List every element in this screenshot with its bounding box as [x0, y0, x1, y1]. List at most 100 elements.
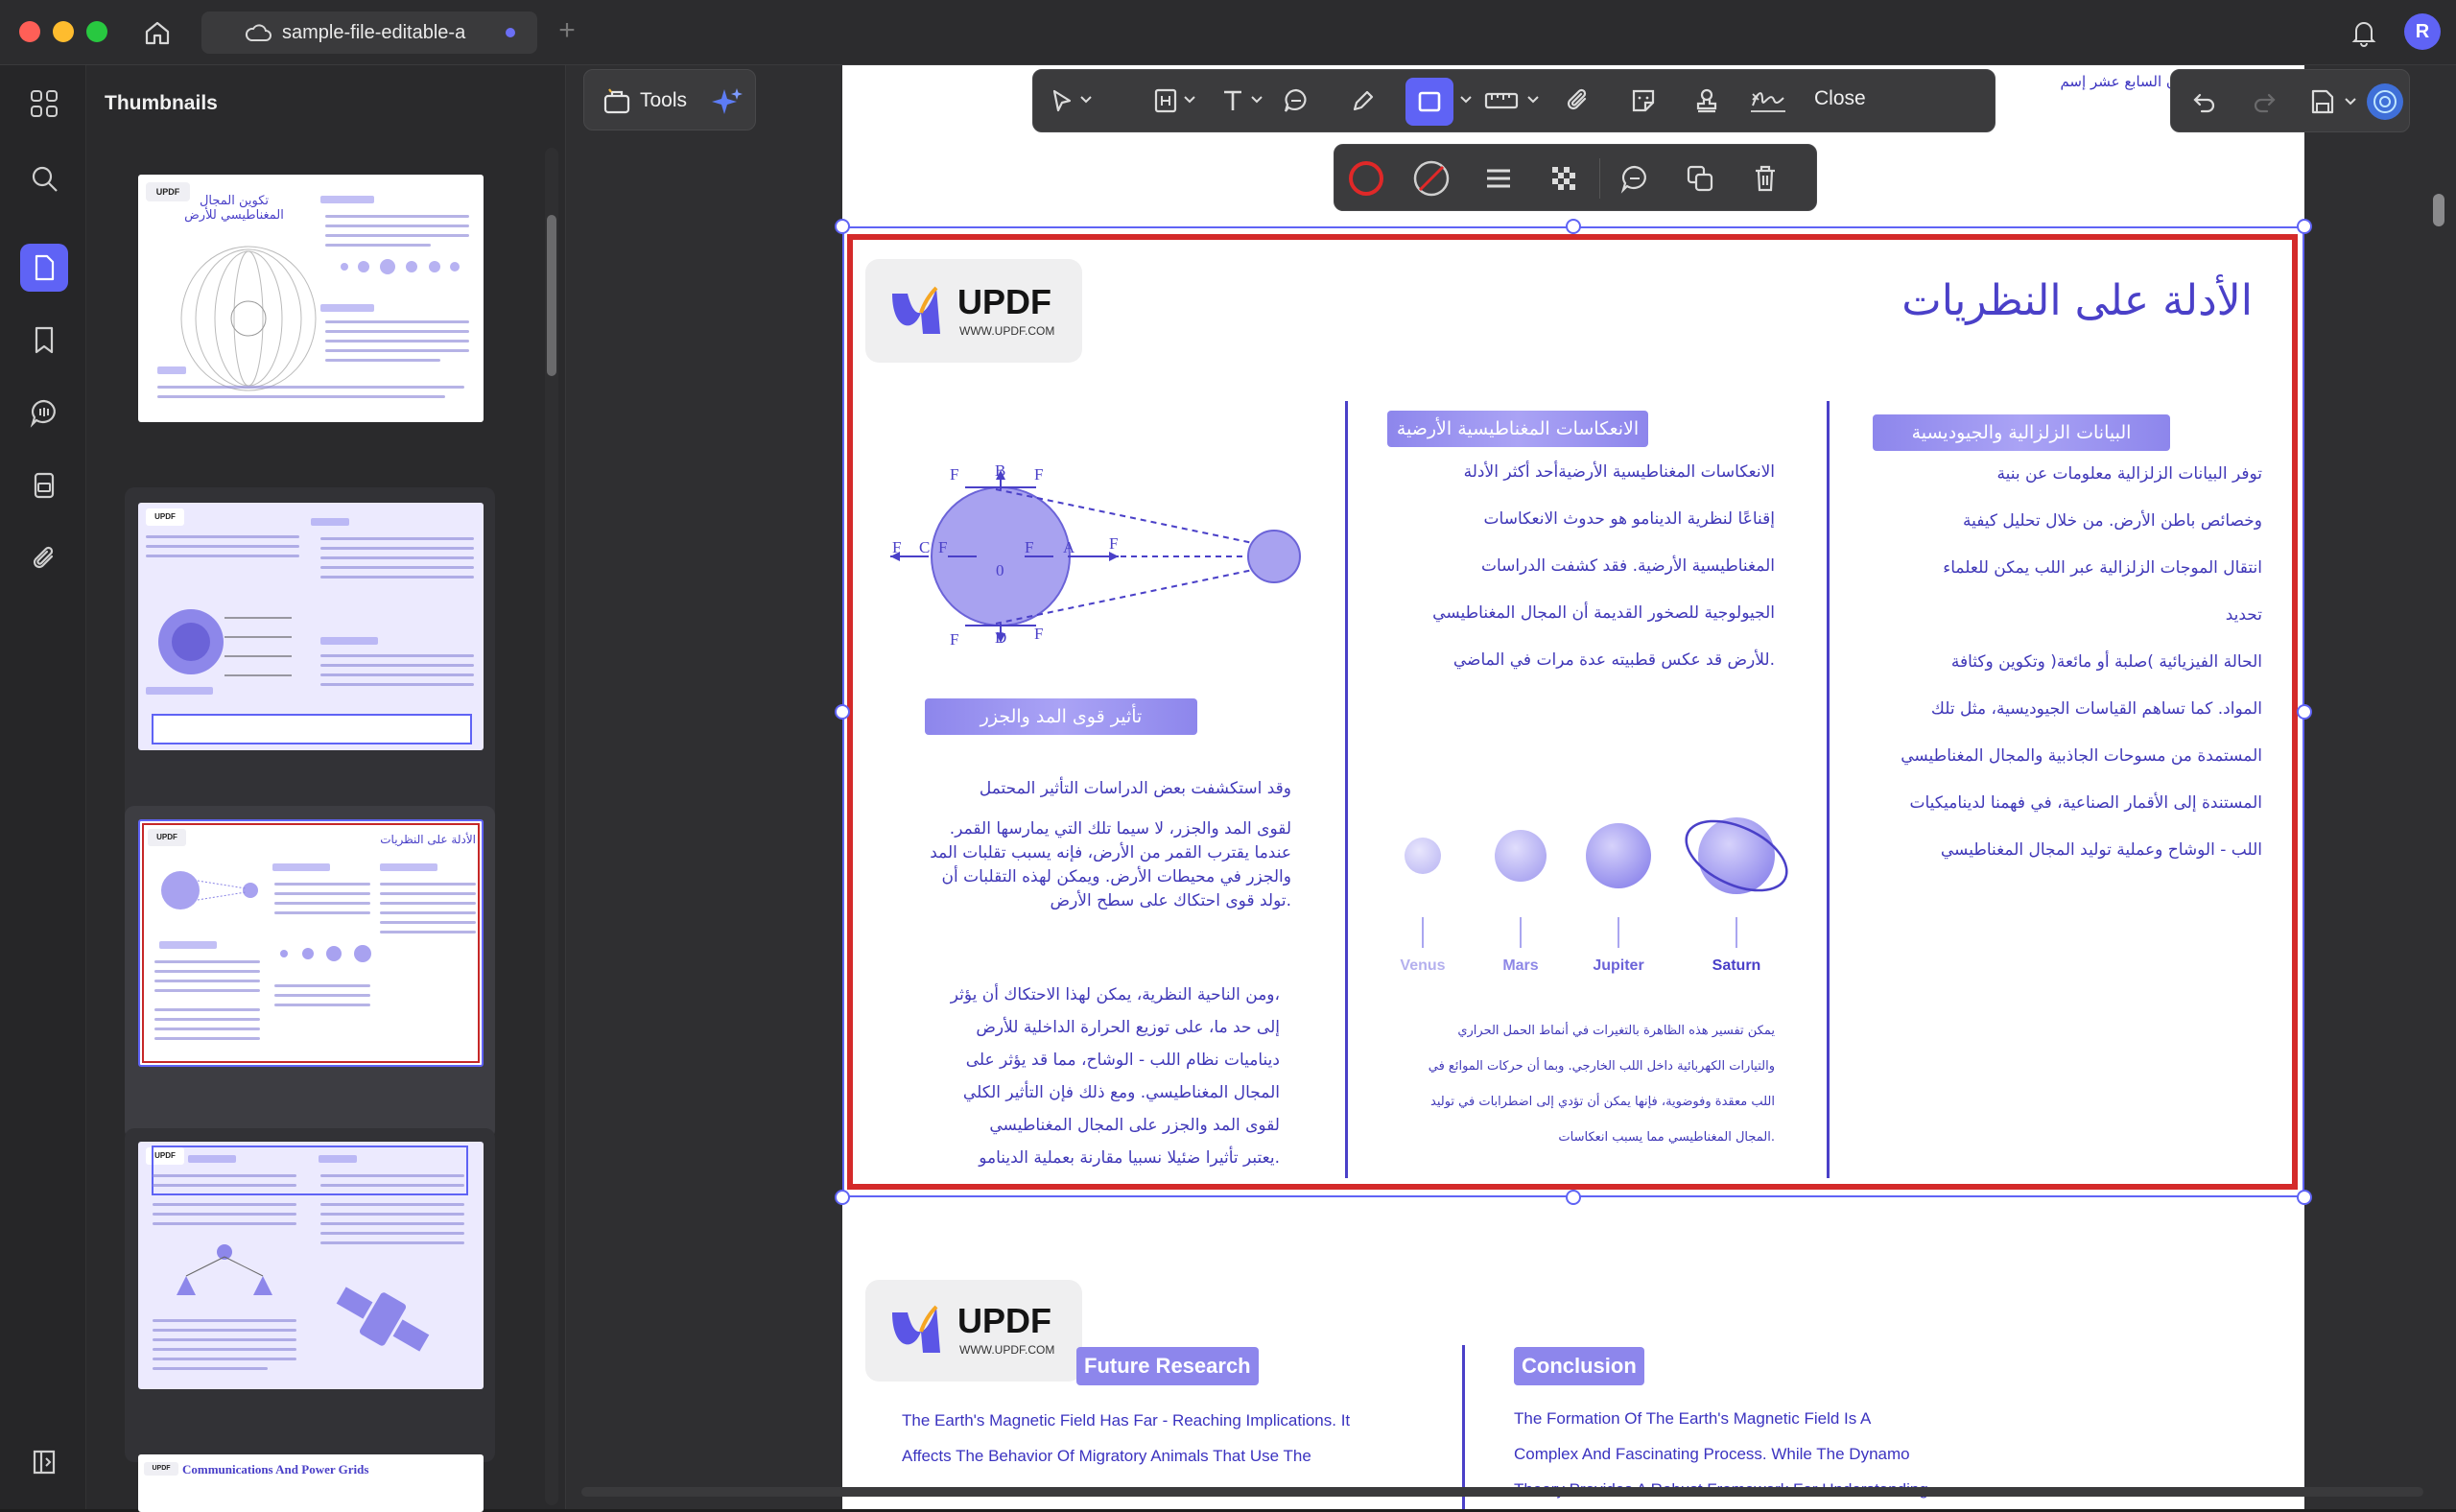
diagram-label: F	[950, 465, 958, 484]
page-title: الأدلة على النظريات	[1901, 276, 2253, 325]
bookmark-icon[interactable]	[23, 319, 65, 361]
resize-handle-right[interactable]	[2297, 704, 2312, 720]
history-toolbar	[2170, 69, 2410, 132]
thumbnail-page-3-image: UPDF الأدلة على النظريات	[138, 819, 484, 1067]
minimize-window-button[interactable]	[53, 21, 74, 42]
tools-label[interactable]: Tools	[640, 89, 687, 112]
chevron-down-icon[interactable]	[2344, 95, 2357, 108]
measure-tool-icon[interactable]	[1480, 83, 1523, 118]
chevron-down-icon[interactable]	[1183, 93, 1196, 106]
seismic-data-paragraph: توفر البيانات الزلزالية معلومات عن بنية …	[1859, 451, 2262, 874]
text-line: يمكن تفسير هذه الظاهرة بالتغيرات في أنما…	[1457, 1024, 1775, 1038]
user-avatar[interactable]: R	[2404, 13, 2441, 50]
planet-label-mars: Mars	[1502, 957, 1539, 974]
document-page-3: في القرن السابع عشر إسم UPDF WWW.UPDF.CO…	[842, 65, 2304, 1284]
select-tool-icon[interactable]	[1045, 83, 1079, 118]
line-weight-icon[interactable]	[1478, 158, 1519, 199]
sticker-tool-icon[interactable]	[1626, 83, 1661, 118]
text-line: Affects The Behavior Of Migratory Animal…	[902, 1447, 1311, 1465]
zoom-window-button[interactable]	[86, 21, 107, 42]
thumbnails-panel-icon[interactable]	[20, 244, 68, 292]
logo-text: UPDF	[957, 282, 1051, 321]
border-color-icon[interactable]	[1346, 158, 1386, 199]
text-tool-icon[interactable]	[1216, 83, 1250, 118]
chevron-down-icon[interactable]	[1250, 93, 1263, 106]
document-scroll-thumb[interactable]	[2433, 194, 2444, 226]
duplicate-icon[interactable]	[1680, 158, 1720, 199]
search-icon[interactable]	[23, 157, 65, 200]
add-note-icon[interactable]	[1615, 158, 1655, 199]
thumbnails-scrollbar[interactable]	[545, 148, 558, 1505]
text-line: لقوى المد والجزر، لا سيما تلك التي يمارس…	[949, 819, 1291, 839]
document-horizontal-scrollbar[interactable]	[581, 1481, 2423, 1500]
save-icon[interactable]	[2305, 85, 2338, 118]
chevron-down-icon[interactable]	[1079, 93, 1093, 106]
thumbnail-page-2[interactable]: UPDF 2	[125, 487, 495, 846]
comments-icon[interactable]	[23, 391, 65, 434]
close-annotation-button[interactable]: Close	[1814, 87, 1866, 110]
home-icon[interactable]	[140, 15, 175, 50]
text-line: اللب - الوشاح وعملية توليد المجال المغنا…	[1940, 840, 2262, 860]
text-line: .المجال المغناطيسي مما يسبب انعكاسات	[1558, 1130, 1775, 1145]
fill-color-none-icon[interactable]	[1411, 158, 1452, 199]
resize-handle-bottom-right[interactable]	[2297, 1190, 2312, 1205]
new-tab-icon[interactable]: +	[553, 16, 581, 46]
thumbnail-page-4[interactable]: UPDF 4	[125, 1128, 495, 1485]
attachment-tool-icon[interactable]	[1561, 83, 1595, 118]
ai-assistant-icon[interactable]	[2367, 83, 2403, 120]
tidal-forces-paragraph-1: لقوى المد والجزر، لا سيما تلك التي يمارس…	[900, 817, 1291, 913]
redo-icon[interactable]	[2248, 85, 2280, 118]
text-line: ديناميات نظام اللب - الوشاح، مما قد يؤثر…	[965, 1051, 1280, 1070]
chevron-down-icon[interactable]	[1459, 93, 1473, 106]
column-divider-right	[1827, 401, 1830, 1178]
conclusion-heading: Conclusion	[1514, 1347, 1644, 1385]
text-box-tool-icon[interactable]	[1148, 83, 1183, 118]
text-line: انتقال الموجات الزلزالية عبر اللب يمكن ل…	[1943, 558, 2262, 578]
tools-panel: Tools	[583, 69, 756, 130]
signature-tool-icon[interactable]	[1747, 83, 1789, 118]
apps-grid-icon[interactable]	[23, 83, 65, 125]
thumbnail-page-3[interactable]: UPDF الأدلة على النظريات 3	[125, 806, 495, 1165]
tools-toolbox-icon[interactable]	[602, 85, 632, 116]
stamp-tool-icon[interactable]	[1689, 83, 1724, 118]
text-line: إلى حد ما، على توزيع الحرارة الداخلية لل…	[976, 1018, 1280, 1037]
thumbnails-scroll-thumb[interactable]	[547, 215, 556, 376]
tidal-forces-diagram: F B F C F F 0 F A F F D F	[890, 461, 1301, 649]
text-line: .يعتبر تأثيرا ضئيلا نسبيا مقارنة بعملية …	[979, 1148, 1280, 1168]
thumbnail-page-1[interactable]: UPDF تكوين المجال المغناطيسي للأرض 1	[125, 161, 495, 526]
diagram-label: 0	[996, 561, 1004, 579]
stamp-pages-icon[interactable]	[23, 464, 65, 507]
thumbnail-1-heading: تكوين المجال المغناطيسي للأرض	[184, 194, 284, 223]
chevron-down-icon[interactable]	[1526, 93, 1540, 106]
undo-icon[interactable]	[2188, 85, 2221, 118]
opacity-icon[interactable]	[1544, 158, 1584, 199]
resize-handle-bottom[interactable]	[1566, 1190, 1581, 1205]
thumbnails-panel: Thumbnails UPDF تكوين المجال المغناطيسي …	[86, 65, 566, 1512]
delete-icon[interactable]	[1745, 158, 1785, 199]
thumbnail-page-2-image: UPDF	[138, 503, 484, 750]
bell-icon[interactable]	[2347, 15, 2381, 50]
attachment-icon[interactable]	[23, 537, 65, 579]
ai-sparkle-icon[interactable]	[711, 85, 744, 118]
resize-handle-left[interactable]	[835, 704, 850, 720]
diagram-label: F	[1034, 625, 1043, 643]
text-line: The Earth's Magnetic Field Has Far - Rea…	[902, 1411, 1351, 1429]
close-window-button[interactable]	[19, 21, 40, 42]
document-vertical-scrollbar[interactable]	[2427, 65, 2450, 1509]
resize-handle-bottom-left[interactable]	[835, 1190, 850, 1205]
rectangle-tool-icon[interactable]	[1405, 78, 1453, 126]
sidebar-toggle-icon[interactable]	[23, 1441, 65, 1483]
tidal-forces-paragraph-2: ،ومن الناحية النظرية، يمكن لهذا الاحتكاك…	[900, 979, 1280, 1174]
shape-properties-toolbar	[1334, 144, 1817, 211]
logo-url: WWW.UPDF.COM	[959, 324, 1055, 338]
planet-label-saturn: Saturn	[1712, 957, 1761, 974]
resize-handle-top[interactable]	[1566, 219, 1581, 234]
annotation-toolbar: Close	[1032, 69, 1996, 132]
thumbnail-page-5-image: UPDF Communications And Power Grids	[138, 1454, 484, 1512]
seismic-data-heading: البيانات الزلزالية والجيوديسية	[1873, 414, 2170, 451]
comment-tool-icon[interactable]	[1279, 83, 1313, 118]
resize-handle-top-right[interactable]	[2297, 219, 2312, 234]
resize-handle-top-left[interactable]	[835, 219, 850, 234]
thumbnail-page-5[interactable]: UPDF Communications And Power Grids	[125, 1454, 495, 1512]
pencil-tool-icon[interactable]	[1346, 83, 1381, 118]
